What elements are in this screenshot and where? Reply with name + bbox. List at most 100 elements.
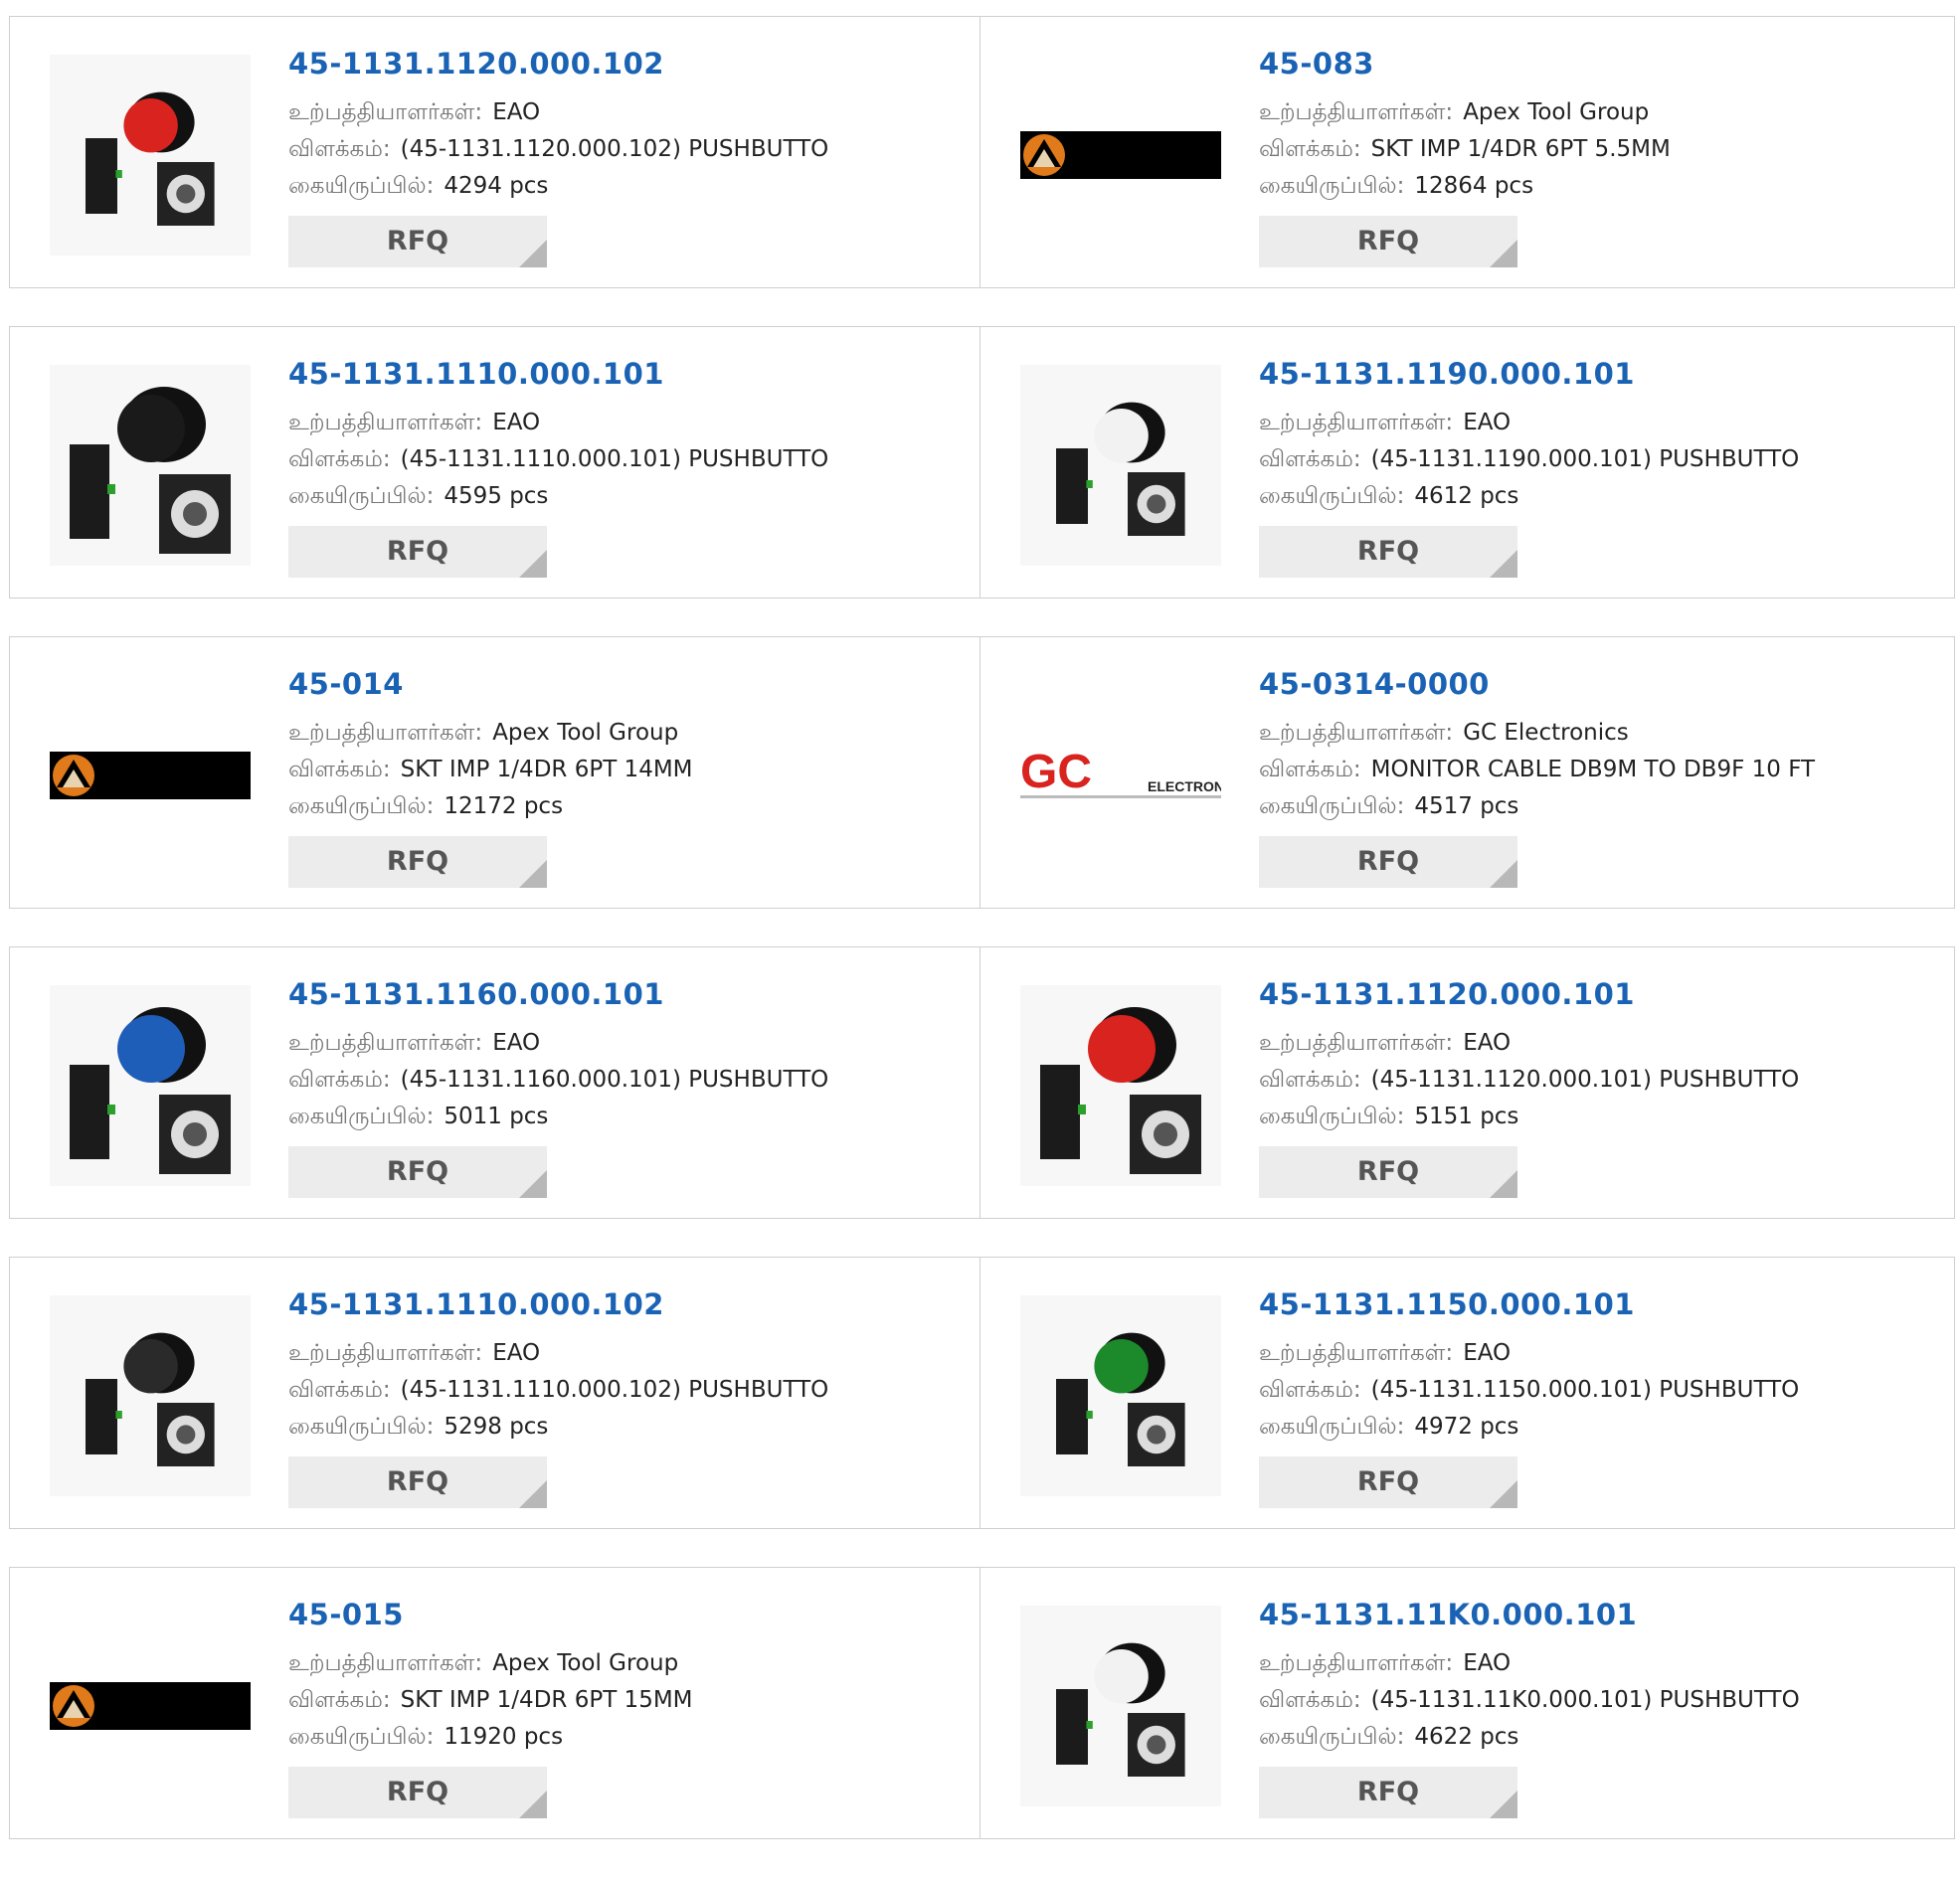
- gc-logo-letters: GC: [1020, 746, 1092, 798]
- product-card: 45-1131.1160.000.101 உற்பத்தியாளர்கள்: EAO…: [9, 946, 980, 1219]
- manufacturer-label: உற்பத்தியாளர்கள்:: [1259, 1030, 1454, 1056]
- stock-label: கையிருப்பில்:: [288, 1414, 435, 1440]
- manufacturer-line: உற்பத்தியாளர்கள்: EAO: [288, 94, 828, 131]
- rfq-button[interactable]: RFQ: [288, 216, 547, 267]
- stock-line: கையிருப்பில்: 4294 pcs: [288, 168, 828, 205]
- corner-triangle-icon: [1490, 1170, 1517, 1198]
- stock-line: கையிருப்பில்: 12172 pcs: [288, 788, 693, 825]
- stock-line: கையிருப்பில்: 4595 pcs: [288, 478, 828, 515]
- description-line: விளக்கம்: (45-1131.11K0.000.101) PUSHBUTT…: [1259, 1682, 1800, 1719]
- corner-triangle-icon: [1490, 1480, 1517, 1508]
- part-number-link[interactable]: 45-1131.1120.000.101: [1259, 977, 1799, 1011]
- stock-value: 12172 pcs: [444, 793, 564, 819]
- description-value: (45-1131.1160.000.101) PUSHBUTTO: [400, 1067, 829, 1093]
- stock-value: 11920 pcs: [444, 1724, 564, 1750]
- product-image[interactable]: [50, 55, 251, 256]
- description-value: SKT IMP 1/4DR 6PT 5.5MM: [1370, 136, 1671, 162]
- description-line: விளக்கம்: MONITOR CABLE DB9M TO DB9F 10 F…: [1259, 752, 1815, 788]
- manufacturer-line: உற்பத்தியாளர்கள்: EAO: [1259, 1025, 1799, 1062]
- product-image[interactable]: [1020, 365, 1221, 566]
- description-line: விளக்கம்: SKT IMP 1/4DR 6PT 5.5MM: [1259, 131, 1671, 168]
- part-number-link[interactable]: 45-1131.1160.000.101: [288, 977, 828, 1011]
- manufacturer-label: உற்பத்தியாளர்கள்:: [288, 720, 483, 746]
- product-image[interactable]: [50, 985, 251, 1186]
- rfq-button[interactable]: RFQ: [1259, 526, 1517, 578]
- description-line: விளக்கம்: (45-1131.1110.000.101) PUSHBUTT…: [288, 441, 828, 478]
- part-number-link[interactable]: 45-083: [1259, 47, 1671, 81]
- stock-label: கையிருப்பில்:: [288, 483, 435, 509]
- manufacturer-line: உற்பத்தியாளர்கள்: Apex Tool Group: [288, 1645, 693, 1682]
- part-number-link[interactable]: 45-015: [288, 1598, 693, 1631]
- part-number-link[interactable]: 45-1131.11K0.000.101: [1259, 1598, 1800, 1631]
- svg-text:ELECTRONICS: ELECTRONICS: [1148, 778, 1221, 794]
- rfq-button[interactable]: RFQ: [1259, 1146, 1517, 1198]
- manufacturer-value: EAO: [1463, 1030, 1512, 1056]
- product-info: 45-0314-0000 உற்பத்தியாளர்கள்: GC Electron…: [1259, 667, 1815, 825]
- rfq-label: RFQ: [1356, 846, 1420, 877]
- stock-line: கையிருப்பில்: 4517 pcs: [1259, 788, 1815, 825]
- stock-line: கையிருப்பில்: 4622 pcs: [1259, 1719, 1800, 1756]
- manufacturer-line: உற்பத்தியாளர்கள்: EAO: [1259, 1335, 1799, 1372]
- product-image[interactable]: [1020, 1295, 1221, 1496]
- rfq-button[interactable]: RFQ: [1259, 1767, 1517, 1818]
- stock-value: 5011 pcs: [444, 1104, 549, 1129]
- product-card: 45-1131.11K0.000.101 உற்பத்தியாளர்கள்: EAO…: [980, 1567, 1955, 1839]
- stock-label: கையிருப்பில்:: [288, 793, 435, 819]
- rfq-button[interactable]: RFQ: [1259, 836, 1517, 888]
- rfq-button[interactable]: RFQ: [288, 1456, 547, 1508]
- stock-value: 4622 pcs: [1414, 1724, 1519, 1750]
- description-label: விளக்கம்:: [288, 1067, 391, 1093]
- description-value: (45-1131.11K0.000.101) PUSHBUTTO: [1370, 1687, 1800, 1713]
- product-row: 45-014 உற்பத்தியாளர்கள்: Apex Tool Group வி…: [9, 636, 1955, 911]
- product-image[interactable]: GC ELECTRONICS: [1020, 675, 1221, 876]
- part-number-link[interactable]: 45-1131.1110.000.102: [288, 1287, 828, 1321]
- rfq-button[interactable]: RFQ: [1259, 216, 1517, 267]
- part-number-link[interactable]: 45-1131.1120.000.102: [288, 47, 828, 81]
- description-value: MONITOR CABLE DB9M TO DB9F 10 FT: [1370, 757, 1816, 782]
- rfq-label: RFQ: [1356, 536, 1420, 567]
- rfq-label: RFQ: [386, 1156, 449, 1187]
- product-image[interactable]: [1020, 985, 1221, 1186]
- part-number-link[interactable]: 45-1131.1110.000.101: [288, 357, 828, 391]
- rfq-button[interactable]: RFQ: [1259, 1456, 1517, 1508]
- manufacturer-label: உற்பத்தியாளர்கள்:: [288, 1030, 483, 1056]
- stock-line: கையிருப்பில்: 11920 pcs: [288, 1719, 693, 1756]
- rfq-button[interactable]: RFQ: [288, 526, 547, 578]
- product-row: 45-1131.1110.000.102 உற்பத்தியாளர்கள்: EAO…: [9, 1257, 1955, 1531]
- part-number-link[interactable]: 45-1131.1190.000.101: [1259, 357, 1799, 391]
- stock-label: கையிருப்பில்:: [1259, 793, 1405, 819]
- manufacturer-line: உற்பத்தியாளர்கள்: EAO: [288, 405, 828, 441]
- manufacturer-line: உற்பத்தியாளர்கள்: GC Electronics: [1259, 715, 1815, 752]
- manufacturer-value: EAO: [1463, 1650, 1512, 1676]
- product-image[interactable]: [50, 1606, 251, 1806]
- product-info: 45-1131.1120.000.101 உற்பத்தியாளர்கள்: EAO…: [1259, 977, 1799, 1135]
- manufacturer-label: உற்பத்தியாளர்கள்:: [288, 1340, 483, 1366]
- stock-line: கையிருப்பில்: 12864 pcs: [1259, 168, 1671, 205]
- product-row: 45-015 உற்பத்தியாளர்கள்: Apex Tool Group வி…: [9, 1567, 1955, 1841]
- corner-triangle-icon: [519, 550, 547, 578]
- product-image[interactable]: [50, 1295, 251, 1496]
- corner-triangle-icon: [519, 1791, 547, 1818]
- product-row: 45-1131.1160.000.101 உற்பத்தியாளர்கள்: EAO…: [9, 946, 1955, 1221]
- manufacturer-value: Apex Tool Group: [1463, 99, 1650, 125]
- description-line: விளக்கம்: (45-1131.1110.000.102) PUSHBUTT…: [288, 1372, 828, 1409]
- part-number-link[interactable]: 45-1131.1150.000.101: [1259, 1287, 1799, 1321]
- rfq-button[interactable]: RFQ: [288, 836, 547, 888]
- rfq-label: RFQ: [1356, 1156, 1420, 1187]
- description-label: விளக்கம்:: [288, 757, 391, 782]
- product-image[interactable]: [50, 675, 251, 876]
- stock-label: கையிருப்பில்:: [1259, 173, 1405, 199]
- manufacturer-line: உற்பத்தியாளர்கள்: EAO: [288, 1335, 828, 1372]
- rfq-button[interactable]: RFQ: [288, 1146, 547, 1198]
- manufacturer-label: உற்பத்தியாளர்கள்:: [1259, 1650, 1454, 1676]
- manufacturer-label: உற்பத்தியாளர்கள்:: [288, 99, 483, 125]
- rfq-button[interactable]: RFQ: [288, 1767, 547, 1818]
- part-number-link[interactable]: 45-014: [288, 667, 693, 701]
- part-number-link[interactable]: 45-0314-0000: [1259, 667, 1815, 701]
- product-image[interactable]: [1020, 1606, 1221, 1806]
- rfq-label: RFQ: [386, 846, 449, 877]
- description-value: SKT IMP 1/4DR 6PT 14MM: [400, 757, 693, 782]
- product-card: 45-015 உற்பத்தியாளர்கள்: Apex Tool Group வி…: [9, 1567, 980, 1839]
- product-image[interactable]: [1020, 55, 1221, 256]
- product-image[interactable]: [50, 365, 251, 566]
